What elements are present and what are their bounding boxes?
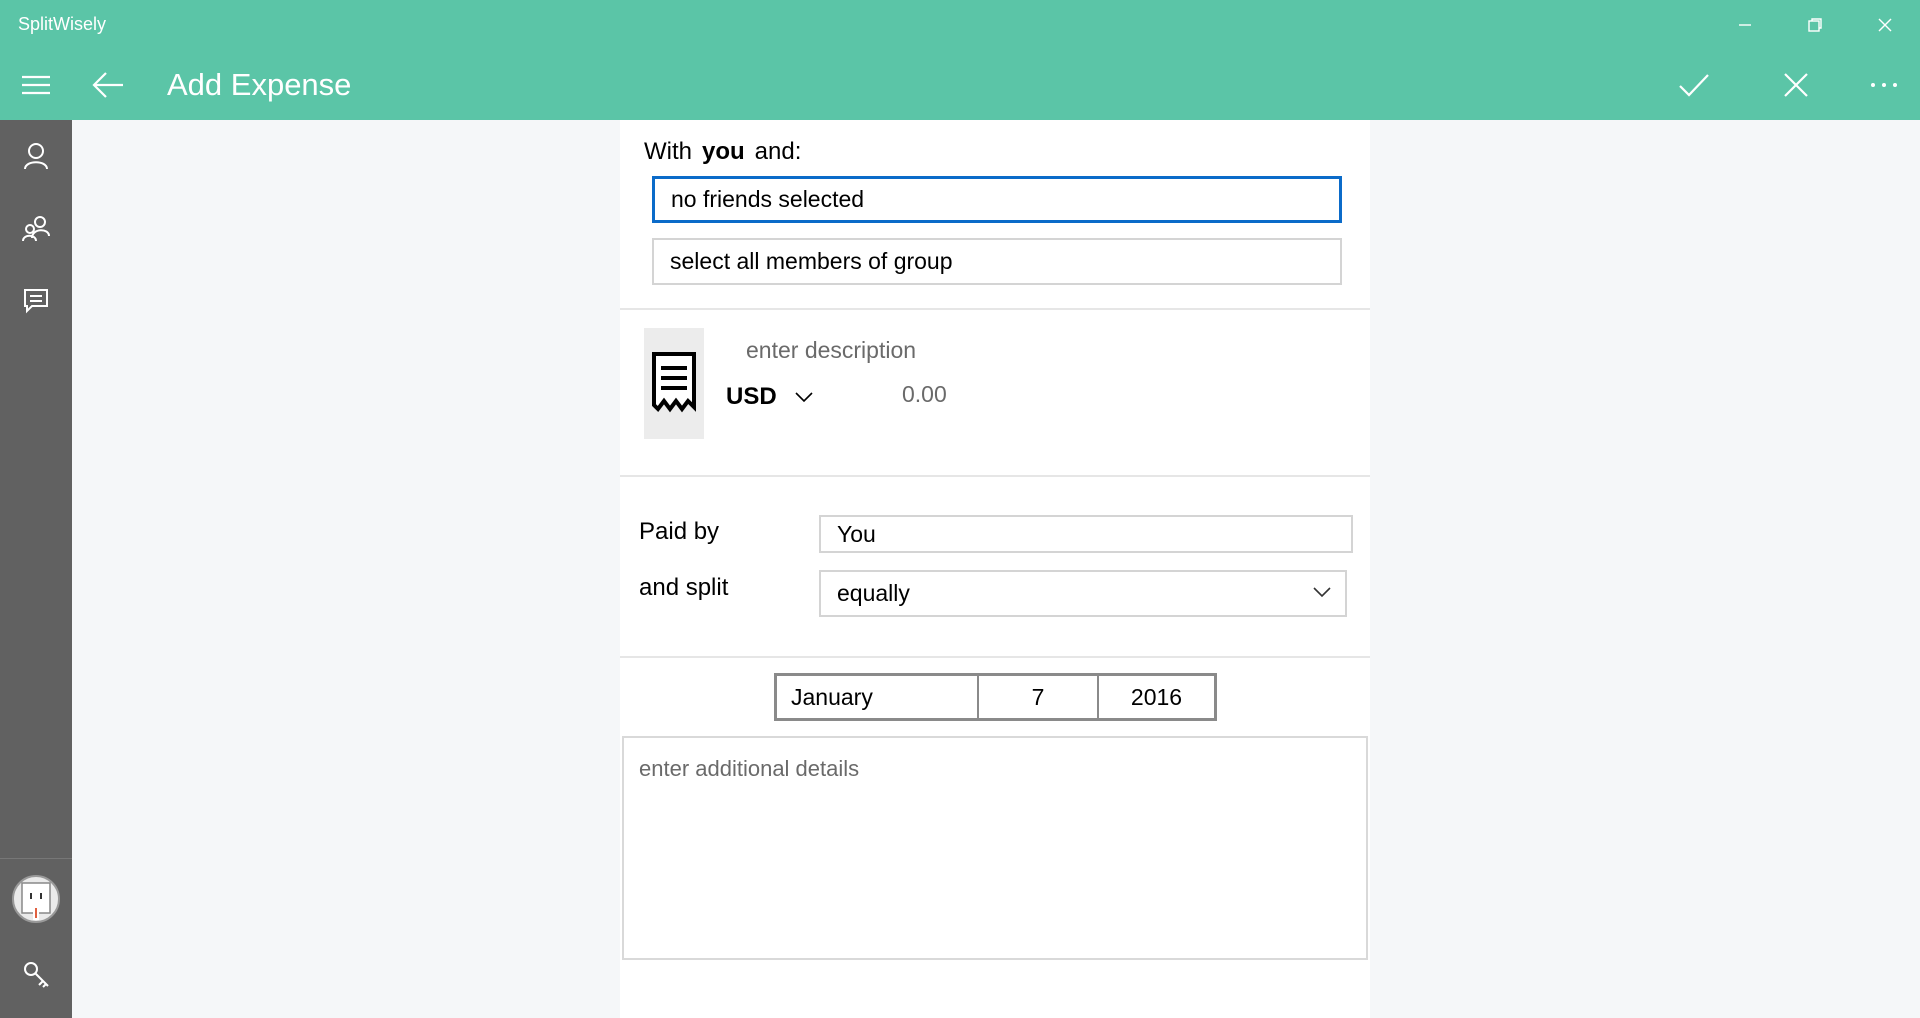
friends-input[interactable]: no friends selected (652, 176, 1342, 223)
date-year[interactable]: 2016 (1099, 676, 1214, 718)
close-icon (1878, 18, 1892, 32)
select-all-label: select all members of group (670, 248, 953, 274)
checkmark-icon (1679, 74, 1709, 97)
section-divider (620, 308, 1370, 310)
section-divider (620, 475, 1370, 477)
window-title-bar: SplitWisely (0, 0, 1920, 50)
add-expense-form: With you and: no friends selected select a… (620, 120, 1370, 1018)
currency-selector[interactable]: USD (726, 376, 813, 418)
app-title: SplitWisely (18, 14, 107, 34)
sidebar-item-groups[interactable] (0, 192, 72, 264)
description-input[interactable]: enter description (720, 332, 1020, 368)
split-method-dropdown[interactable]: equally (819, 570, 1347, 617)
comment-icon (24, 289, 48, 314)
minimize-icon (1739, 24, 1751, 26)
split-value: equally (837, 580, 910, 606)
chevron-down-icon (795, 392, 813, 403)
cancel-button[interactable] (1760, 50, 1832, 120)
chevron-down-icon (1313, 587, 1331, 598)
date-month-value: January (791, 683, 873, 710)
sidebar-item-settings[interactable] (0, 938, 72, 1010)
details-textarea[interactable]: enter additional details (622, 736, 1368, 960)
close-window-button[interactable] (1850, 0, 1920, 50)
sidebar-item-activity[interactable] (0, 264, 72, 336)
page-title: Add Expense (167, 67, 352, 102)
with-label: With you and: (644, 138, 801, 166)
sidebar-item-friends[interactable] (0, 120, 72, 192)
details-placeholder: enter additional details (639, 756, 860, 781)
with-you: you (702, 138, 745, 165)
cancel-icon (1784, 73, 1808, 97)
receipt-icon (652, 351, 696, 412)
sidebar-divider (0, 858, 72, 859)
save-button[interactable] (1658, 50, 1730, 120)
date-month[interactable]: January (777, 676, 979, 718)
more-ellipsis-icon (1871, 83, 1897, 87)
section-divider (620, 656, 1370, 658)
back-arrow-icon (92, 72, 123, 98)
split-label: and split (639, 574, 729, 601)
menu-button[interactable] (0, 50, 72, 120)
paid-by-value: You (837, 520, 876, 547)
date-year-value: 2016 (1130, 683, 1183, 710)
hamburger-menu-icon (22, 75, 50, 95)
avatar (12, 875, 60, 923)
date-day[interactable]: 7 (979, 676, 1099, 718)
amount-placeholder: 0.00 (902, 380, 947, 407)
description-placeholder: enter description (746, 336, 917, 363)
restore-icon (1808, 18, 1822, 32)
friends-input-value: no friends selected (671, 186, 865, 212)
back-button[interactable] (72, 50, 144, 120)
minimize-button[interactable] (1710, 0, 1780, 50)
paid-by-selector[interactable]: You (819, 515, 1353, 553)
more-button[interactable] (1848, 50, 1920, 120)
key-icon (24, 962, 49, 988)
select-all-members-button[interactable]: select all members of group (652, 238, 1342, 285)
sidebar (0, 120, 72, 1018)
receipt-button[interactable] (644, 328, 704, 439)
person-icon (24, 143, 48, 170)
currency-label: USD (726, 383, 777, 410)
restore-button[interactable] (1780, 0, 1850, 50)
with-prefix: With (644, 138, 692, 165)
paid-by-label: Paid by (639, 518, 720, 545)
date-picker[interactable]: January 7 2016 (774, 673, 1217, 721)
with-suffix: and: (754, 138, 802, 165)
command-bar: Add Expense (0, 50, 1920, 120)
date-day-value: 7 (1031, 683, 1045, 710)
amount-input[interactable]: 0.00 (880, 376, 1020, 412)
sidebar-item-account[interactable] (0, 860, 72, 938)
group-icon (22, 216, 50, 242)
